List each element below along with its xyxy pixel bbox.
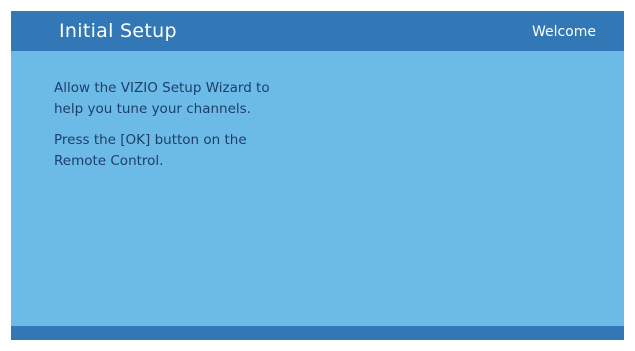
setup-screen: Initial Setup Welcome Allow the VIZIO Se… <box>11 11 624 340</box>
footer-bar <box>11 326 624 340</box>
step-label: Welcome <box>531 24 596 40</box>
page-title: Initial Setup <box>59 20 177 42</box>
instruction-paragraph-wizard: Allow the VIZIO Setup Wizard to help you… <box>54 80 270 117</box>
header-bar: Initial Setup Welcome <box>11 11 624 51</box>
instructions: Allow the VIZIO Setup Wizard to help you… <box>54 78 474 182</box>
instruction-paragraph-ok: Press the [OK] button on the Remote Cont… <box>54 132 247 169</box>
